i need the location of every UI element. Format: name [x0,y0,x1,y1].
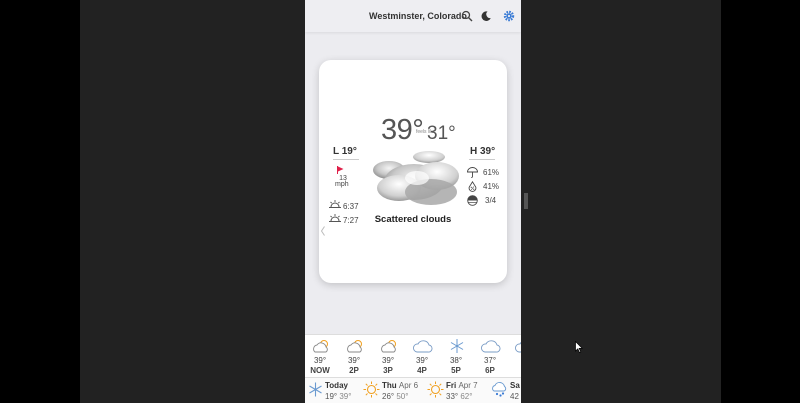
moon-icon[interactable] [480,10,492,22]
daily-day-label: Thu [382,381,397,390]
hourly-item[interactable]: 39° 2P [339,335,373,378]
daily-high: 39° [339,392,352,401]
cloud-rain-icon [492,382,507,397]
mouse-cursor-icon [575,341,583,353]
hourly-time: 6P [485,366,495,375]
hourly-temperature: 39° [381,356,395,365]
hourly-temperature: 39° [415,356,429,365]
snowflake-icon [309,382,322,397]
cloud-icon [515,342,521,353]
hourly-temperature: 37° [483,356,497,365]
daily-temperatures: 33° 62° [446,392,472,401]
moon-phase-icon [467,195,478,206]
daily-temperatures: 19° 39° [325,392,351,401]
wind-direction-icon [337,166,344,174]
daily-day-name: Thu Apr 6 [382,381,418,390]
daily-date: Apr 6 [398,381,419,390]
daily-item[interactable]: Sa 42 [491,378,521,403]
umbrella-icon [467,167,478,178]
humidity: 41% [483,182,500,191]
daily-high: 50° [396,392,409,401]
daily-high: 62° [460,392,473,401]
divider [469,159,495,160]
hourly-forecast[interactable]: 39° NOW 39° 2P 39° 3P 39° 4P 38° 5P 37° … [305,334,521,378]
daily-forecast[interactable]: Today 19° 39° Thu Apr 6 26° 50° Fri Apr … [305,377,521,403]
hourly-item[interactable]: 3 7 [509,335,521,378]
daily-date: Apr 7 [458,381,478,390]
feels-like-temperature: 31° [427,123,456,144]
hourly-temperature: 38° [449,356,463,365]
high-temperature: H 39° [470,146,496,157]
daily-day-name: Today [325,381,348,390]
wind-unit: mph [335,181,349,188]
daily-temperatures: 42 [510,392,519,401]
gear-icon[interactable] [503,10,515,22]
humidity-icon [468,181,477,192]
hourly-item[interactable]: 39° NOW [305,335,339,378]
condition-label: Scattered clouds [374,214,452,225]
hourly-time: NOW [310,366,330,375]
current-weather-card[interactable]: 39° feels like 31° L 19° H 39° 13 mph 6:… [319,60,507,283]
hourly-temperature: 3 [509,356,521,365]
search-icon[interactable] [461,10,473,22]
hourly-time: 2P [349,366,359,375]
sun-icon [363,381,380,398]
daily-day-name: Sa [510,381,520,390]
hourly-temperature: 39° [347,356,361,365]
partly-cloudy-sun-icon [313,340,328,353]
hourly-item[interactable]: 38° 5P [441,335,475,378]
hourly-time: 4P [417,366,427,375]
hourly-temperature: 39° [313,356,327,365]
hourly-item[interactable]: 39° 3P [373,335,407,378]
weather-app: Westminster, Colorado 39° feels like 31°… [305,0,521,403]
daily-low: 19° [325,392,338,401]
hourly-time: 7 [509,366,521,375]
cloud-icon [413,340,433,353]
sun-icon [427,381,444,398]
daily-low: 26° [382,392,395,401]
hourly-time: 5P [451,366,461,375]
partly-cloudy-sun-icon [381,340,396,353]
location-label[interactable]: Westminster, Colorado [369,11,467,21]
hourly-item[interactable]: 39° 4P [407,335,441,378]
precipitation-chance: 61% [483,168,500,177]
partly-cloudy-sun-icon [347,340,362,353]
low-temperature: L 19° [333,146,357,157]
resize-handle[interactable] [524,193,528,209]
top-bar: Westminster, Colorado [305,0,521,32]
hourly-item[interactable]: 37° 6P [475,335,509,378]
daily-day-name: Fri Apr 7 [446,381,478,390]
chevron-left-icon[interactable] [321,226,325,236]
left-letterbox [0,0,80,403]
divider [333,159,359,160]
cloud-icon [481,340,501,353]
daily-temperatures: 26° 50° [382,392,408,401]
sunrise-time: 6:37 [343,202,359,211]
right-letterbox [721,0,800,403]
hourly-time: 3P [383,366,393,375]
moon-phase: 3/4 [485,196,497,205]
daily-item[interactable]: Today 19° 39° [307,378,363,403]
scattered-clouds-image [373,151,459,205]
daily-item[interactable]: Thu Apr 6 26° 50° [363,378,425,403]
daily-item[interactable]: Fri Apr 7 33° 62° [427,378,497,403]
daily-day-label: Fri [446,381,457,390]
snowflake-icon [450,339,464,353]
sunrise-icon [329,200,341,208]
daily-low: 33° [446,392,459,401]
